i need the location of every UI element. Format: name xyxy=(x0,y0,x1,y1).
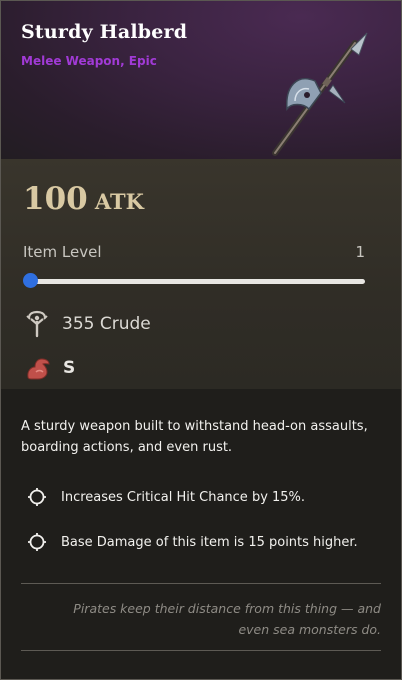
item-level-slider[interactable] xyxy=(23,273,365,289)
attack-value: 100 xyxy=(23,181,88,217)
item-level-value: 1 xyxy=(355,243,365,261)
strength-grade: S xyxy=(63,358,76,378)
item-stats-panel: 100 ATK Item Level 1 355 Crude S xyxy=(1,159,401,389)
target-circle-icon xyxy=(28,488,46,506)
effect-item: Base Damage of this item is 15 points hi… xyxy=(27,532,358,552)
item-level-slider-thumb[interactable] xyxy=(23,273,38,288)
crude-cost-row: 355 Crude xyxy=(25,309,151,339)
item-header: Sturdy Halberd Melee Weapon, Epic xyxy=(1,1,401,159)
crude-cost-text: 355 Crude xyxy=(62,314,151,334)
target-circle-icon xyxy=(28,533,46,551)
strength-grade-row: S xyxy=(25,353,75,383)
effect-text: Base Damage of this item is 15 points hi… xyxy=(61,534,358,550)
attack-unit: ATK xyxy=(94,189,144,214)
item-level-label: Item Level xyxy=(23,243,102,261)
item-name: Sturdy Halberd xyxy=(21,21,188,43)
divider xyxy=(21,583,381,584)
flexed-arm-icon xyxy=(27,358,50,380)
item-type-rarity: Melee Weapon, Epic xyxy=(21,54,157,68)
item-description: A sturdy weapon built to withstand head-… xyxy=(21,419,368,455)
item-level-slider-track[interactable] xyxy=(25,279,365,284)
halberd-icon xyxy=(272,32,368,156)
flavor-text: Pirates keep their distance from this th… xyxy=(73,601,381,637)
attack-stat: 100 ATK xyxy=(23,181,144,217)
effect-text: Increases Critical Hit Chance by 15%. xyxy=(61,489,306,505)
effect-item: Increases Critical Hit Chance by 15%. xyxy=(27,487,305,507)
crude-material-icon xyxy=(26,310,48,338)
divider xyxy=(21,650,381,651)
item-tooltip-card: Sturdy Halberd Melee Weapon, Epic 100 AT… xyxy=(0,0,402,680)
